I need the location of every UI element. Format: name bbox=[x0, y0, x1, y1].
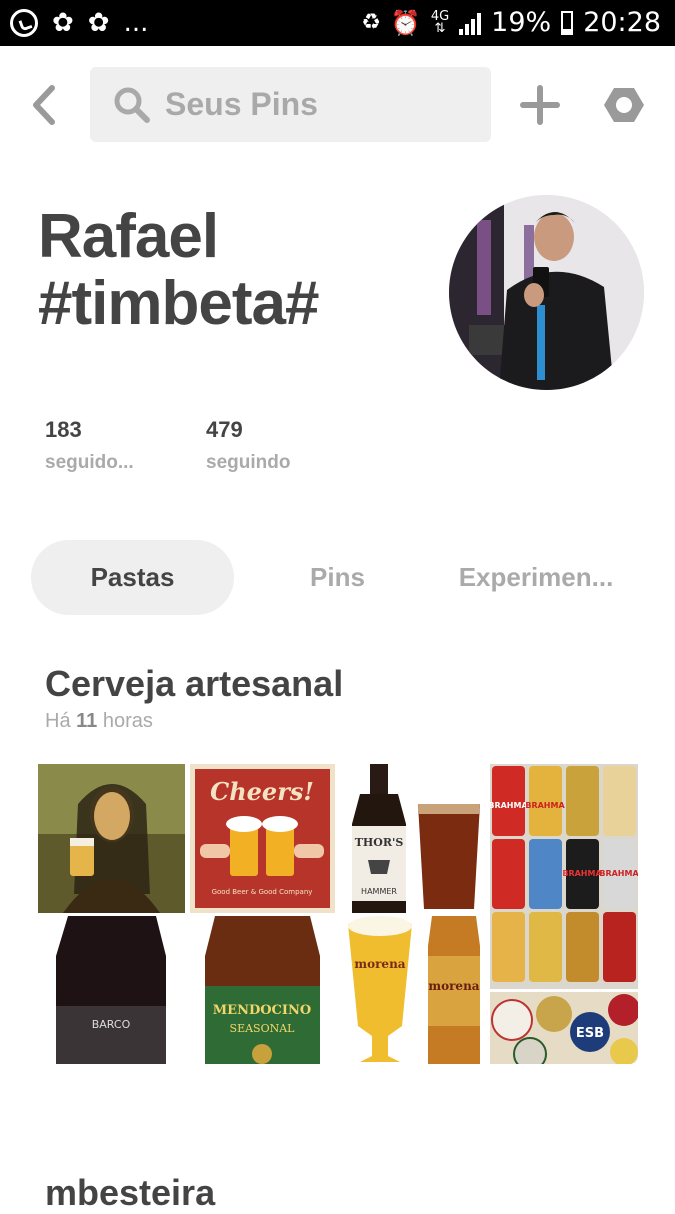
profile-avatar[interactable] bbox=[449, 195, 644, 390]
pin-text: ESB bbox=[576, 1026, 604, 1041]
more-notifications: ... bbox=[123, 8, 149, 38]
battery-percent: 19% bbox=[491, 7, 552, 38]
alarm-icon: ⏰ bbox=[390, 8, 421, 37]
tab-pins[interactable]: Pins bbox=[280, 540, 395, 615]
pin-cheers[interactable]: Cheers! Good Beer & Good Company bbox=[190, 764, 335, 913]
pin-text: BRAHMA bbox=[562, 869, 602, 878]
pin-mona-lisa[interactable] bbox=[38, 764, 185, 913]
pin-text: BRAHMA bbox=[525, 801, 565, 810]
tab-boards[interactable]: Pastas bbox=[31, 540, 234, 615]
board-cover-grid[interactable]: Cheers! Good Beer & Good Company THOR'S … bbox=[38, 764, 638, 1064]
pin-image: THOR'S HAMMER bbox=[340, 764, 487, 913]
recycle-icon: ♻ bbox=[361, 10, 381, 35]
profile-name-line1: Rafael bbox=[38, 202, 219, 271]
notification-icon: ✿ bbox=[87, 8, 110, 38]
pin-image bbox=[38, 764, 185, 913]
profile-name-line2: #timbeta# bbox=[38, 269, 319, 338]
whatsapp-icon bbox=[10, 9, 38, 37]
pin-thors-hammer[interactable]: THOR'S HAMMER bbox=[340, 764, 487, 913]
pin-text: Cheers! bbox=[210, 777, 314, 806]
board-title[interactable]: Cerveja artesanal bbox=[45, 663, 343, 705]
followers-count: 183 bbox=[45, 417, 82, 442]
pin-text: morena bbox=[428, 979, 479, 993]
status-bar: ✿ ✿ ... ♻ ⏰ 4G ⇅ 19% 20:28 bbox=[0, 0, 675, 46]
pin-text: THOR'S bbox=[355, 836, 404, 849]
board-title[interactable]: mbesteira bbox=[45, 1172, 215, 1214]
back-arrow-icon[interactable] bbox=[26, 84, 64, 126]
pin-morena[interactable]: morena morena bbox=[340, 916, 487, 1064]
pin-brahma-cans[interactable]: BRAHMA BRAHMA BRAHMA BRAHMA bbox=[490, 764, 638, 989]
settings-icon[interactable] bbox=[603, 84, 645, 126]
following-stat[interactable]: 479 seguindo bbox=[206, 417, 290, 474]
pin-text: MENDOCINO bbox=[213, 1003, 311, 1018]
followers-label: seguido... bbox=[45, 452, 134, 473]
pin-coasters[interactable]: ESB bbox=[490, 992, 638, 1064]
pin-image: BRAHMA BRAHMA BRAHMA BRAHMA bbox=[490, 764, 638, 989]
pin-mendocino[interactable]: MENDOCINO SEASONAL bbox=[190, 916, 335, 1064]
notification-icon: ✿ bbox=[52, 8, 74, 38]
pin-caption: SEASONAL bbox=[230, 1022, 296, 1035]
pin-image: Cheers! Good Beer & Good Company bbox=[190, 764, 335, 913]
board-updated: Há 11 horas bbox=[45, 710, 153, 732]
battery-icon bbox=[561, 10, 574, 35]
followers-stat[interactable]: 183 seguido... bbox=[45, 417, 134, 474]
pin-text: BARCO bbox=[92, 1018, 131, 1031]
pin-text: BRAHMA bbox=[599, 869, 638, 878]
avatar-photo bbox=[449, 195, 644, 390]
pin-image: MENDOCINO SEASONAL bbox=[190, 916, 335, 1064]
pin-image: ESB bbox=[490, 992, 638, 1064]
search-bar[interactable]: Seus Pins bbox=[90, 67, 491, 142]
add-icon[interactable] bbox=[520, 85, 560, 125]
pin-barco[interactable]: BARCO bbox=[38, 916, 185, 1064]
pin-image: morena morena bbox=[340, 916, 487, 1064]
search-icon bbox=[114, 87, 150, 123]
pin-caption: HAMMER bbox=[361, 887, 397, 896]
profile-name: Rafael #timbeta# bbox=[38, 202, 319, 338]
signal-icon bbox=[459, 11, 482, 35]
clock: 20:28 bbox=[583, 7, 661, 38]
network-indicator: 4G ⇅ bbox=[430, 8, 450, 36]
pin-text: BRAHMA bbox=[490, 801, 528, 810]
pin-text: morena bbox=[354, 957, 405, 971]
pin-caption: Good Beer & Good Company bbox=[212, 888, 313, 896]
following-count: 479 bbox=[206, 417, 243, 442]
following-label: seguindo bbox=[206, 452, 291, 473]
search-placeholder: Seus Pins bbox=[165, 86, 318, 122]
tab-experiments[interactable]: Experimen... bbox=[436, 540, 636, 615]
pin-image: BARCO bbox=[38, 916, 185, 1064]
